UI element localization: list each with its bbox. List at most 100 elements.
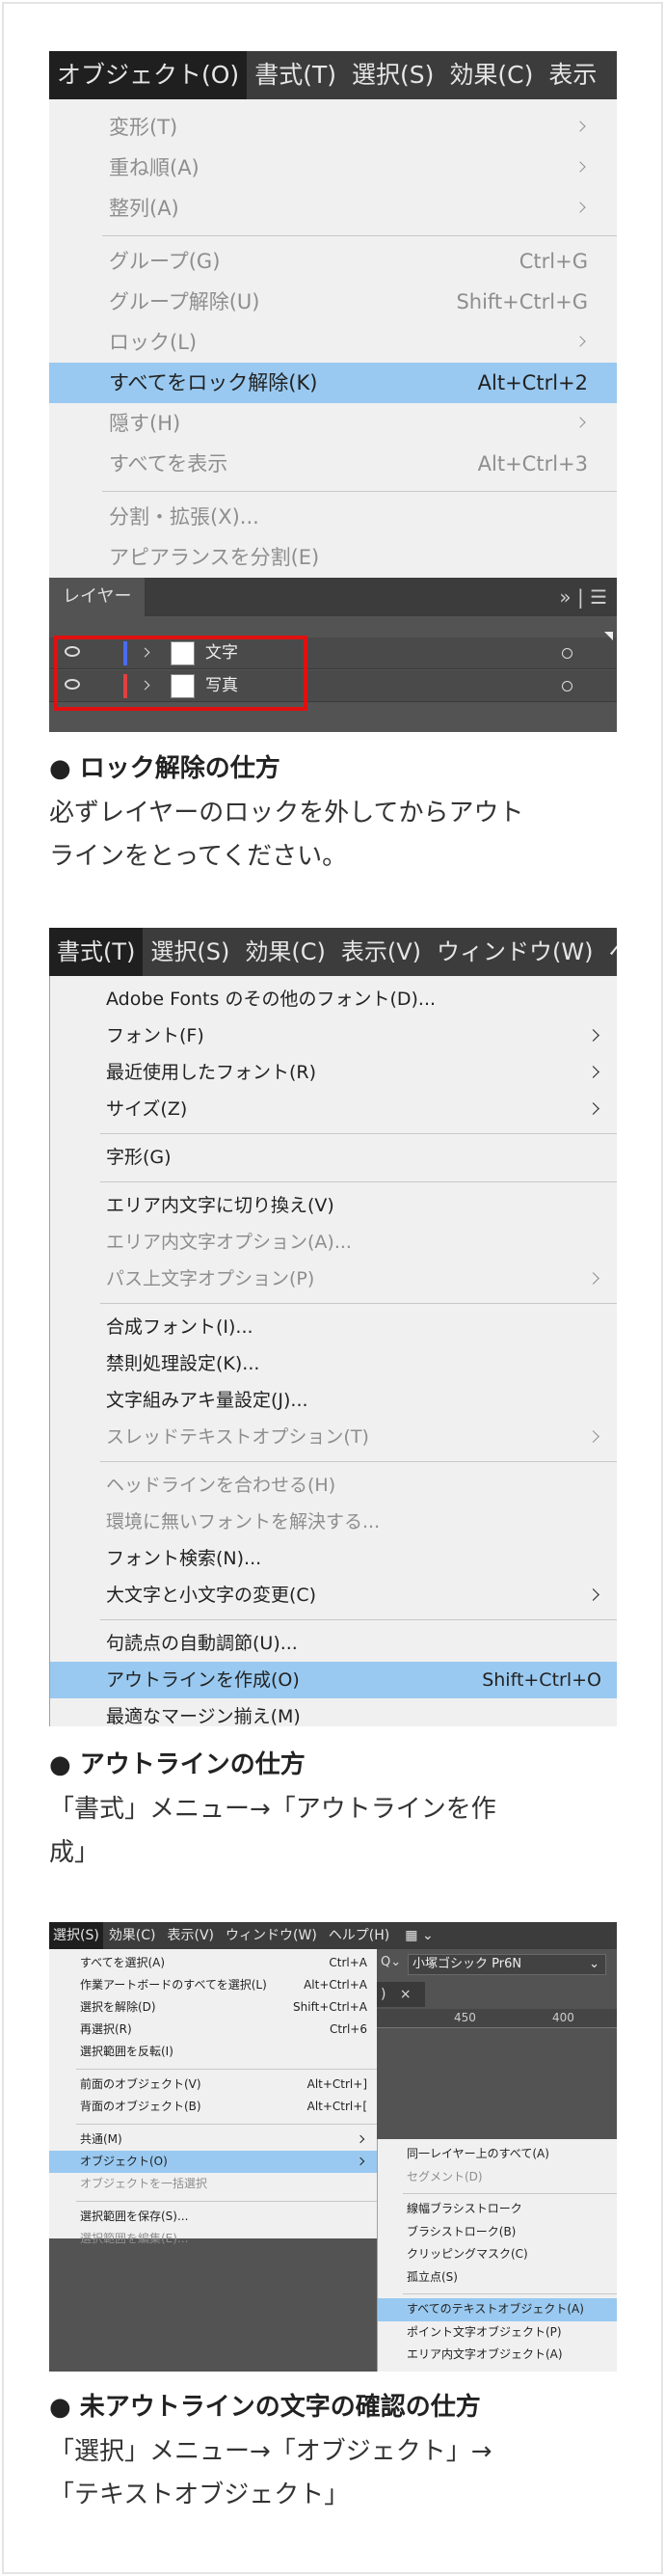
menu-item[interactable]: オブジェクトを一括選択 xyxy=(49,2173,377,2195)
menu-item[interactable]: 句読点の自動調節(U)... xyxy=(50,1625,617,1662)
menu-item[interactable]: 分割・拡張(X)... xyxy=(49,497,617,537)
layers-tab[interactable]: レイヤー xyxy=(49,578,146,616)
menu-item[interactable]: 同一レイヤー上のすべて(A) xyxy=(378,2143,617,2166)
menu-item[interactable]: 変形(T) xyxy=(49,107,617,148)
menu-item[interactable]: 選択範囲を編集(E)... xyxy=(49,2228,377,2250)
menu-item[interactable]: エリア内文字オブジェクト(A) xyxy=(378,2344,617,2367)
menubar-item-help[interactable]: ヘルプ(H) xyxy=(323,1922,395,1949)
menu-item[interactable]: アピアランスを分割(E) xyxy=(49,537,617,578)
menu-item[interactable]: ヘッドラインを合わせる(H) xyxy=(50,1467,617,1504)
menu-item[interactable]: 字形(G) xyxy=(50,1139,617,1176)
select-menu-screenshot: 選択(S) 効果(C) 表示(V) ウィンドウ(W) ヘルプ(H) ▦ ⌄ Q⌄ 小塚ゴシ… xyxy=(49,1922,617,2372)
section-text-line: 「書式」メニュー→「アウトラインを作 xyxy=(49,1794,496,1824)
menu-item[interactable]: パス上文字オプション(P) xyxy=(50,1261,617,1297)
menu-item[interactable]: 文字組みアキ量設定(J)... xyxy=(50,1382,617,1419)
menu-item[interactable]: 選択範囲を保存(S)... xyxy=(49,2206,377,2228)
menu-item-label: アウトラインを作成(O) xyxy=(106,1669,300,1691)
menu-item[interactable]: 最適なマージン揃え(M) xyxy=(50,1698,617,1726)
object-submenu: 同一レイヤー上のすべて(A) セグメント(D) 線幅ブラシストローク ブラシストローク… xyxy=(377,2139,617,2372)
menu-item[interactable]: すべてを表示 Alt+Ctrl+3 xyxy=(49,444,617,484)
menu-item[interactable]: 共通(M) xyxy=(49,2129,377,2151)
font-family-value: 小塚ゴシック Pr6N xyxy=(412,1957,522,1971)
menu-item[interactable]: 合成フォント(I)... xyxy=(50,1309,617,1345)
menu-item[interactable]: 禁則処理設定(K)... xyxy=(50,1345,617,1382)
menu-item[interactable]: 作業アートボードのすべてを選択(L) Alt+Ctrl+A xyxy=(49,1974,377,1996)
menu-item[interactable]: クリッピングマスク(C) xyxy=(378,2243,617,2266)
menu-item[interactable]: ロック(L) xyxy=(49,322,617,363)
menu-item-label: 孤立点(S) xyxy=(407,2269,458,2284)
menu-item-label: スレッドテキストオプション(T) xyxy=(106,1426,369,1448)
menu-item[interactable]: アウトラインを作成(O) Shift+Ctrl+O xyxy=(50,1662,617,1698)
menu-item[interactable]: 前面のオブジェクト(V) Alt+Ctrl+] xyxy=(49,2074,377,2096)
menu-item-label: すべてを表示 xyxy=(109,452,228,475)
menubar-item-help[interactable]: ヘ xyxy=(600,928,617,976)
font-search-icon[interactable]: Q⌄ xyxy=(381,1955,401,1969)
menubar-item-view[interactable]: 表示(V) xyxy=(162,1922,221,1949)
menubar-item-type[interactable]: 書式(T) xyxy=(49,928,144,976)
target-icon[interactable] xyxy=(562,681,572,691)
workspace-switcher-icon[interactable]: ▦ ⌄ xyxy=(395,1922,442,1949)
menu-item[interactable]: エリア内文字オプション(A)... xyxy=(50,1224,617,1261)
chevron-down-icon: ⌄ xyxy=(589,1957,599,1971)
menu-item-shortcut: Alt+Ctrl+] xyxy=(306,2077,367,2091)
menubar-item-effect[interactable]: 効果(C) xyxy=(441,51,541,99)
menu-item[interactable]: 隠す(H) xyxy=(49,403,617,444)
menu-item[interactable]: すべてのテキストオブジェクト(A) xyxy=(378,2298,617,2321)
menu-item-label: 環境に無いフォントを解決する... xyxy=(106,1511,381,1532)
menu-item[interactable]: 環境に無いフォントを解決する... xyxy=(50,1504,617,1540)
menu-item[interactable]: 線幅ブラシストローク xyxy=(378,2198,617,2221)
menubar-item-select[interactable]: 選択(S) xyxy=(143,928,237,976)
menu-item[interactable]: 最近使用したフォント(R) xyxy=(50,1054,617,1091)
menu-item[interactable]: 選択範囲を反転(I) xyxy=(49,2041,377,2063)
menu-item[interactable]: エリア内文字に切り換え(V) xyxy=(50,1187,617,1224)
chevron-right-icon xyxy=(356,2156,365,2165)
menubar-item-object[interactable]: オブジェクト(O) xyxy=(49,51,248,99)
menubar-item-window[interactable]: ウィンドウ(W) xyxy=(220,1922,323,1949)
section-text-line: ラインをとってください。 xyxy=(49,842,348,871)
menu-item[interactable]: 選択を解除(D) Shift+Ctrl+A xyxy=(49,1996,377,2019)
menu-item[interactable]: 孤立点(S) xyxy=(378,2266,617,2290)
menu-item[interactable]: 大文字と小文字の変更(C) xyxy=(50,1577,617,1613)
menubar-item-select[interactable]: 選択(S) xyxy=(49,1922,103,1949)
panel-menu-icon[interactable]: » | ☰ xyxy=(559,585,607,609)
menu-item-label: すべてをロック解除(K) xyxy=(109,371,318,394)
menubar-item-view[interactable]: 表示(V) xyxy=(333,928,429,976)
menu-item[interactable]: 背面のオブジェクト(B) Alt+Ctrl+[ xyxy=(49,2096,377,2118)
menu-item-label: 同一レイヤー上のすべて(A) xyxy=(407,2147,549,2160)
menu-item[interactable]: すべてをロック解除(K) Alt+Ctrl+2 xyxy=(49,363,617,403)
menu-item-shortcut: Shift+Ctrl+O xyxy=(482,1669,601,1691)
menubar-item-view[interactable]: 表示 xyxy=(541,51,604,99)
menu-item[interactable]: スレッドテキストオプション(T) xyxy=(50,1419,617,1455)
menu-item[interactable]: ブラシストローク(B) xyxy=(378,2221,617,2244)
menubar-item-effect[interactable]: 効果(C) xyxy=(237,928,332,976)
menu-item[interactable]: サイズ(Z) xyxy=(50,1091,617,1127)
menu-item[interactable]: 整列(A) xyxy=(49,188,617,229)
menubar-item-select[interactable]: 選択(S) xyxy=(344,51,441,99)
menu-item-shortcut: Ctrl+A xyxy=(329,1956,367,1969)
menu-item-label: パス上文字オプション(P) xyxy=(106,1268,315,1289)
menu-item[interactable]: フォント検索(N)... xyxy=(50,1540,617,1577)
menu-item[interactable]: 重ね順(A) xyxy=(49,148,617,188)
document-tab[interactable]: ) × xyxy=(377,1982,425,2007)
menu-item[interactable]: グループ(G) Ctrl+G xyxy=(49,241,617,282)
menubar-item-window[interactable]: ウィンドウ(W) xyxy=(429,928,600,976)
chevron-right-icon xyxy=(574,121,586,132)
menu-item[interactable]: 再選択(R) Ctrl+6 xyxy=(49,2019,377,2041)
menu-item[interactable]: グループ解除(U) Shift+Ctrl+G xyxy=(49,282,617,322)
menu-item[interactable]: フォント(F) xyxy=(50,1017,617,1054)
select-dropdown-menu: すべてを選択(A) Ctrl+A 作業アートボードのすべてを選択(L) Alt+Ctr… xyxy=(49,1949,377,2245)
menu-item[interactable]: セグメント(D) xyxy=(378,2166,617,2189)
menu-item-shortcut: Alt+Ctrl+[ xyxy=(306,2100,367,2113)
target-icon[interactable] xyxy=(562,648,572,659)
menu-item[interactable]: ポイント文字オブジェクト(P) xyxy=(378,2321,617,2345)
font-family-field[interactable]: 小塚ゴシック Pr6N ⌄ xyxy=(408,1954,606,1975)
menu-item[interactable]: すべてを選択(A) Ctrl+A xyxy=(49,1952,377,1974)
close-icon[interactable]: × xyxy=(400,1987,412,2002)
menu-item[interactable]: Adobe Fonts のその他のフォント(D)... xyxy=(50,981,617,1017)
menu-item[interactable]: オブジェクト(O) xyxy=(49,2151,377,2173)
menu-item-label: 選択範囲を編集(E)... xyxy=(80,2232,189,2245)
menubar-item-type[interactable]: 書式(T) xyxy=(247,51,344,99)
menu-item-label: 選択を解除(D) xyxy=(80,2000,156,2014)
menu-separator xyxy=(100,1461,617,1462)
menubar-item-effect[interactable]: 効果(C) xyxy=(103,1922,162,1949)
